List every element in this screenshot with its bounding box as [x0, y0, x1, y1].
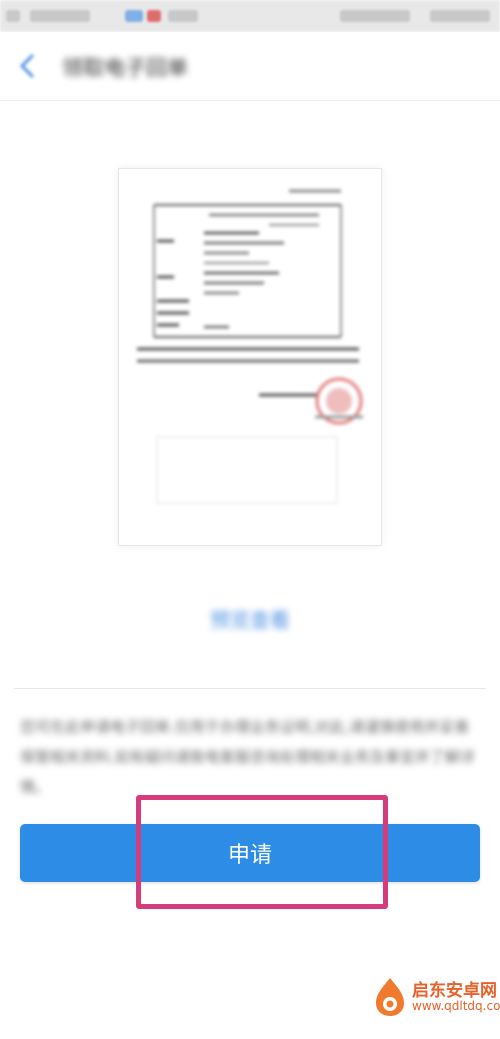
watermark: 启东安卓网 www.qdltdq.com: [372, 972, 500, 1032]
watermark-url: www.qdltdq.com: [412, 999, 500, 1013]
app-header: 领取电子回单: [0, 32, 500, 101]
receipt-preview[interactable]: [118, 168, 382, 546]
description-text: 您可在此申请电子回单,仅用于办理业务证明,对此,请谨慎使用并妥善保管相关资料,如…: [20, 718, 475, 796]
status-bar: [0, 0, 500, 32]
signal-icon: [6, 10, 20, 22]
network-speed: [340, 10, 410, 22]
carrier-info: [30, 10, 90, 22]
notification-icon: [125, 10, 143, 22]
divider: [14, 688, 486, 689]
preview-link[interactable]: 预览查看: [0, 604, 500, 633]
notification-icon-red: [147, 10, 161, 22]
page-title: 领取电子回单: [62, 56, 188, 80]
receipt-document-image: [137, 189, 363, 504]
battery-time: [430, 10, 490, 22]
watermark-name: 启东安卓网: [412, 981, 497, 1001]
flame-logo-icon: [372, 976, 408, 1018]
apply-button[interactable]: 申请: [20, 824, 480, 882]
notification-icon-extra: [168, 10, 198, 22]
chevron-left-icon[interactable]: [14, 50, 42, 82]
